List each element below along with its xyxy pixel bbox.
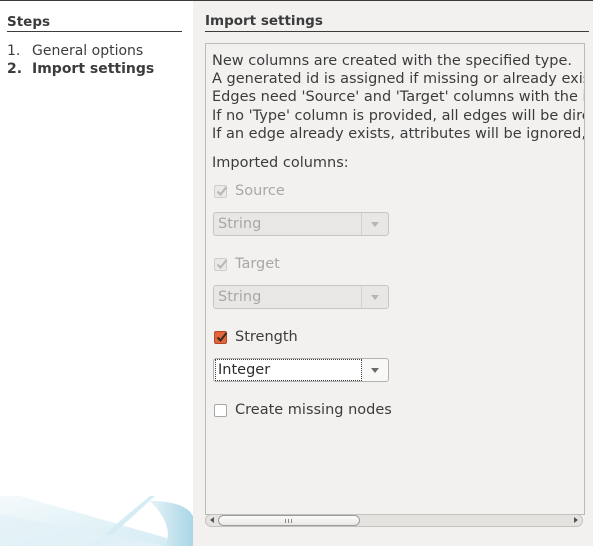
source-type-select[interactable]: String	[213, 212, 389, 236]
target-label: Target	[235, 256, 280, 272]
dropdown-arrow	[362, 359, 388, 381]
description-text: New columns are created with the specifi…	[212, 52, 585, 143]
source-label: Source	[235, 183, 285, 199]
create-missing-nodes-checkbox[interactable]	[214, 403, 227, 417]
decorative-swoosh-graphic	[0, 496, 193, 546]
step-number: 1.	[7, 43, 21, 59]
grip-icon	[285, 519, 292, 523]
check-icon	[216, 185, 228, 196]
description-line: A generated id is assigned if missing or…	[212, 71, 585, 88]
steps-divider	[7, 31, 182, 32]
source-type-value: String	[218, 216, 262, 232]
strength-label: Strength	[235, 329, 298, 345]
steps-panel: Steps 1. General options 2. Import setting…	[0, 1, 193, 546]
source-checkbox-row: Source	[214, 183, 285, 199]
description-line: Edges need 'Source' and 'Target' columns…	[212, 89, 585, 106]
chevron-down-icon	[371, 294, 379, 300]
horizontal-scrollbar[interactable]	[205, 514, 583, 527]
target-checkbox[interactable]	[214, 257, 228, 271]
check-icon	[216, 331, 228, 342]
chevron-down-icon	[371, 221, 379, 227]
scroll-left-arrow-icon[interactable]	[210, 517, 214, 523]
import-settings-title: Import settings	[205, 13, 323, 29]
description-line: If no 'Type' column is provided, all edg…	[212, 107, 585, 124]
chevron-down-icon	[371, 367, 379, 373]
strength-type-value: Integer	[215, 359, 362, 381]
target-type-select[interactable]: String	[213, 285, 389, 309]
dropdown-arrow	[361, 286, 388, 308]
imported-columns-label: Imported columns:	[212, 155, 349, 171]
import-settings-divider	[205, 31, 589, 32]
strength-checkbox-row: Strength	[214, 329, 298, 345]
create-missing-nodes-label: Create missing nodes	[235, 402, 392, 418]
scroll-right-arrow-icon[interactable]	[574, 517, 578, 523]
steps-title: Steps	[7, 14, 51, 30]
step-number: 2.	[7, 61, 23, 77]
dropdown-arrow	[361, 213, 388, 235]
source-checkbox[interactable]	[214, 184, 228, 198]
description-line: If an edge already exists, attributes wi…	[212, 125, 585, 142]
strength-checkbox[interactable]	[214, 330, 228, 344]
create-missing-nodes-row: Create missing nodes	[214, 402, 392, 418]
strength-type-select[interactable]: Integer	[213, 358, 389, 382]
step-label: Import settings	[32, 61, 155, 77]
settings-scroll-pane: New columns are created with the specifi…	[205, 43, 585, 515]
step-label: General options	[32, 43, 144, 59]
scrollbar-thumb[interactable]	[218, 515, 360, 526]
target-checkbox-row: Target	[214, 256, 280, 272]
step-general-options: 1. General options	[7, 43, 143, 59]
check-icon	[216, 258, 228, 269]
step-import-settings: 2. Import settings	[7, 61, 154, 77]
target-type-value: String	[218, 289, 262, 305]
description-line: New columns are created with the specifi…	[212, 53, 573, 69]
